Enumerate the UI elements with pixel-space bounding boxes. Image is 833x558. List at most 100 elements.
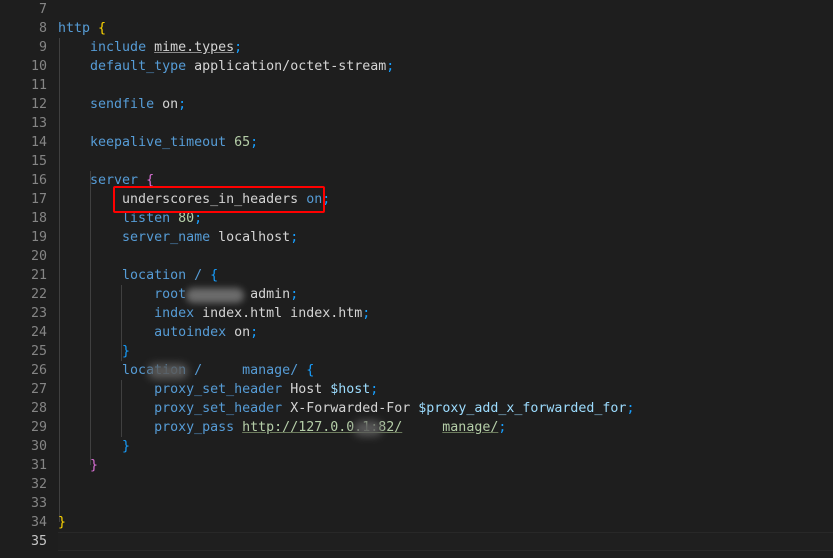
- token-keyword: default_type: [90, 59, 187, 74]
- line-number: 13: [30, 116, 47, 131]
- redacted-path-line-29: [354, 421, 382, 436]
- code-line[interactable]: listen 80;: [58, 209, 833, 228]
- line-number: 9: [38, 40, 47, 55]
- token-keyword: server: [90, 173, 139, 188]
- line-number: 21: [30, 268, 47, 283]
- code-line[interactable]: [58, 247, 833, 266]
- line-number: 26: [30, 363, 47, 378]
- token-brace: {: [98, 21, 107, 36]
- code-line[interactable]: [58, 114, 833, 133]
- token-brace: }: [122, 439, 131, 454]
- token-keyword: listen: [122, 211, 171, 226]
- token-value: localhost: [218, 230, 291, 245]
- code-line[interactable]: server_name localhost;: [58, 228, 833, 247]
- code-line[interactable]: }: [58, 456, 833, 475]
- line-number: 23: [30, 306, 47, 321]
- code-line[interactable]: location / {: [58, 266, 833, 285]
- token-semicolon: ;: [386, 59, 395, 74]
- code-line[interactable]: [58, 152, 833, 171]
- token-brace: {: [306, 363, 315, 378]
- token-semicolon: ;: [498, 420, 507, 435]
- code-line[interactable]: [58, 494, 833, 513]
- token-value: application/octet-stream: [194, 59, 387, 74]
- token-semicolon: ;: [362, 306, 371, 321]
- token-header-name: Host: [290, 382, 323, 397]
- token-path: /: [194, 268, 203, 283]
- token-semicolon: ;: [290, 287, 299, 302]
- token-keyword: http: [58, 21, 91, 36]
- token-brace: }: [58, 515, 67, 530]
- token-url-tail[interactable]: manage/: [442, 420, 498, 435]
- line-number: 20: [30, 249, 47, 264]
- token-keyword: server_name: [122, 230, 211, 245]
- code-editor[interactable]: 7 8 9 10 11 12 13 14 15 16 17 18 19 20 21 22 23 24 25 26 27 2…: [0, 0, 833, 558]
- code-line[interactable]: proxy_set_header Host $host;: [58, 380, 833, 399]
- line-number: 28: [30, 401, 47, 416]
- code-surface[interactable]: http { include mime.types; default_type …: [58, 0, 833, 558]
- token-value: on: [162, 97, 179, 112]
- code-line[interactable]: }: [58, 513, 833, 532]
- code-line[interactable]: [58, 475, 833, 494]
- token-keyword: include: [90, 40, 147, 55]
- line-number: 32: [30, 477, 47, 492]
- token-directive: underscores_in_headers: [122, 192, 299, 207]
- token-brace: }: [90, 458, 99, 473]
- line-number: 30: [30, 439, 47, 454]
- code-line[interactable]: keepalive_timeout 65;: [58, 133, 833, 152]
- token-number: 80: [178, 211, 195, 226]
- line-number: 29: [30, 420, 47, 435]
- token-keyword: proxy_set_header: [154, 382, 283, 397]
- code-line[interactable]: [58, 76, 833, 95]
- line-number: 33: [30, 496, 47, 511]
- line-number: 25: [30, 344, 47, 359]
- line-number: 27: [30, 382, 47, 397]
- token-variable: $proxy_add_x_forwarded_for: [418, 401, 627, 416]
- code-line[interactable]: include mime.types;: [58, 38, 833, 57]
- line-number: 12: [30, 97, 47, 112]
- line-number: 31: [30, 458, 47, 473]
- redacted-path-line-26: [148, 364, 188, 379]
- line-number: 22: [30, 287, 47, 302]
- token-header-name: X-Forwarded-For: [290, 401, 411, 416]
- token-value: mime.types: [154, 40, 235, 55]
- code-line[interactable]: server {: [58, 171, 833, 190]
- token-keyword: root: [154, 287, 187, 302]
- code-line[interactable]: sendfile on;: [58, 95, 833, 114]
- code-line[interactable]: }: [58, 437, 833, 456]
- token-keyword: autoindex: [154, 325, 227, 340]
- token-keyword: proxy_set_header: [154, 401, 283, 416]
- token-brace: {: [210, 268, 219, 283]
- token-keyword: location: [122, 268, 187, 283]
- token-semicolon: ;: [626, 401, 635, 416]
- code-line[interactable]: }: [58, 342, 833, 361]
- code-line[interactable]: root admin;: [58, 285, 833, 304]
- code-line[interactable]: index index.html index.htm;: [58, 304, 833, 323]
- code-line[interactable]: http {: [58, 19, 833, 38]
- token-keyword: sendfile: [90, 97, 155, 112]
- code-line[interactable]: default_type application/octet-stream;: [58, 57, 833, 76]
- token-semicolon: ;: [178, 97, 187, 112]
- line-number: 18: [30, 211, 47, 226]
- line-number: 16: [30, 173, 47, 188]
- token-value: index.html index.htm: [202, 306, 363, 321]
- line-number: 15: [30, 154, 47, 169]
- code-line[interactable]: autoindex on;: [58, 323, 833, 342]
- line-number: 17: [30, 192, 47, 207]
- line-number: 24: [30, 325, 47, 340]
- token-value: admin: [250, 287, 291, 302]
- token-semicolon: ;: [322, 192, 331, 207]
- code-line[interactable]: proxy_pass http://127.0.0.1:82/ manage/;: [58, 418, 833, 437]
- token-value: on: [306, 192, 323, 207]
- code-line-active[interactable]: [58, 532, 833, 551]
- redacted-path-line-22: [186, 288, 244, 303]
- code-line-highlighted[interactable]: underscores_in_headers on;: [58, 190, 833, 209]
- token-number: 65: [234, 135, 251, 150]
- line-number-gutter: 7 8 9 10 11 12 13 14 15 16 17 18 19 20 21 22 23 24 25 26 27 2…: [0, 0, 58, 558]
- token-semicolon: ;: [250, 135, 259, 150]
- code-line[interactable]: [58, 0, 833, 19]
- code-line[interactable]: proxy_set_header X-Forwarded-For $proxy_…: [58, 399, 833, 418]
- token-keyword: proxy_pass: [154, 420, 235, 435]
- line-number: 14: [30, 135, 47, 150]
- token-semicolon: ;: [194, 211, 203, 226]
- token-variable: $host: [330, 382, 371, 397]
